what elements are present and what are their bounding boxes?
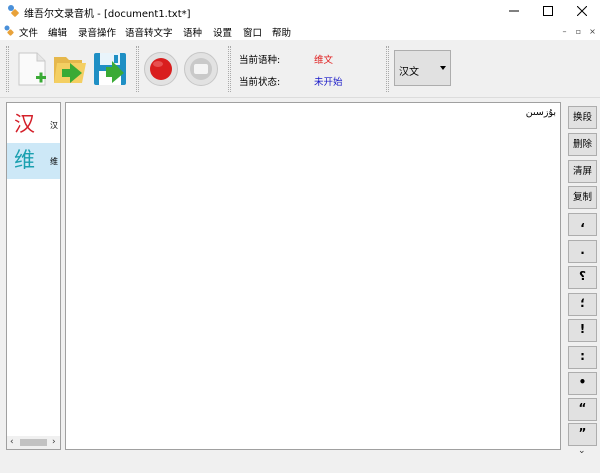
- record-icon: [150, 58, 172, 80]
- menu-file[interactable]: 文件: [19, 25, 38, 39]
- language-list[interactable]: 汉 汉 维 维: [6, 102, 61, 450]
- document-menu-icon[interactable]: [3, 25, 14, 36]
- new-file-icon: [18, 52, 46, 86]
- stop-icon: [190, 58, 212, 80]
- clear-screen-button[interactable]: 清屏: [568, 160, 597, 183]
- scrollbar-thumb[interactable]: [20, 439, 47, 446]
- menu-edit[interactable]: 编辑: [48, 25, 67, 39]
- save-button[interactable]: [92, 49, 132, 89]
- delete-button[interactable]: 删除: [568, 133, 597, 156]
- maximize-button[interactable]: [531, 0, 565, 22]
- language-select[interactable]: 汉文: [394, 50, 451, 86]
- stop-button[interactable]: [184, 52, 218, 86]
- new-file-button[interactable]: [13, 49, 53, 89]
- open-folder-icon: [54, 57, 86, 83]
- toolbar: 当前语种: 维文 当前状态: 未开始: [0, 40, 600, 98]
- window-title: 维吾尔文录音机 - [document1.txt*]: [24, 9, 191, 20]
- language-glyph: 维: [14, 148, 35, 172]
- toolbar-separator: [228, 46, 231, 92]
- menu-window[interactable]: 窗口: [243, 25, 262, 39]
- mdi-restore-icon[interactable]: ▫: [574, 27, 583, 36]
- colon-button[interactable]: :: [568, 346, 597, 369]
- scroll-right-icon[interactable]: ›: [52, 437, 56, 447]
- horizontal-scrollbar[interactable]: ‹ ›: [6, 436, 61, 450]
- toolbar-separator: [386, 46, 389, 92]
- language-name: 汉: [50, 121, 58, 130]
- bullet-button[interactable]: •: [568, 372, 597, 395]
- open-button[interactable]: [52, 49, 92, 89]
- menu-language[interactable]: 语种: [183, 25, 202, 39]
- open-quote-button[interactable]: “: [568, 398, 597, 421]
- language-item-chinese[interactable]: 汉 汉: [7, 107, 60, 143]
- period-button[interactable]: .: [568, 240, 597, 263]
- current-status-value: 未开始: [314, 77, 343, 88]
- side-button-panel: 换段 删除 清屏 复制 ، . ؟ ؛ ! : • “ ” ⌄: [566, 102, 600, 462]
- exclamation-button[interactable]: !: [568, 319, 597, 342]
- menu-speech-to-text[interactable]: 语音转文字: [125, 25, 173, 39]
- menu-bar: 文件 编辑 录音操作 语音转文字 语种 设置 窗口 帮助 – ▫ ×: [0, 22, 600, 40]
- mdi-close-icon[interactable]: ×: [588, 27, 597, 36]
- minimize-icon: [509, 10, 519, 12]
- new-paragraph-button[interactable]: 换段: [568, 106, 597, 129]
- menu-help[interactable]: 帮助: [272, 25, 291, 39]
- save-icon: [94, 53, 126, 85]
- title-bar: 维吾尔文录音机 - [document1.txt*]: [0, 0, 600, 22]
- close-icon: [577, 6, 587, 16]
- current-status-label: 当前状态:: [239, 77, 281, 88]
- maximize-icon: [543, 6, 553, 16]
- chevron-down-icon[interactable]: ⌄: [578, 446, 586, 456]
- current-language-value: 维文: [314, 55, 334, 66]
- question-button[interactable]: ؟: [568, 266, 597, 289]
- copy-button[interactable]: 复制: [568, 186, 597, 209]
- language-name: 维: [50, 157, 58, 166]
- menu-settings[interactable]: 设置: [213, 25, 232, 39]
- toolbar-separator: [136, 46, 139, 92]
- close-button[interactable]: [565, 0, 599, 22]
- close-quote-button[interactable]: ”: [568, 423, 597, 446]
- semicolon-button[interactable]: ؛: [568, 293, 597, 316]
- scroll-left-icon[interactable]: ‹: [10, 437, 14, 447]
- minimize-button[interactable]: [497, 0, 531, 22]
- current-language-label: 当前语种:: [239, 55, 281, 66]
- record-button[interactable]: [144, 52, 178, 86]
- toolbar-grip[interactable]: [6, 46, 9, 92]
- language-item-uyghur[interactable]: 维 维: [7, 143, 60, 179]
- language-glyph: 汉: [14, 112, 35, 136]
- chevron-down-icon: [440, 66, 446, 70]
- mdi-minimize-icon[interactable]: –: [560, 27, 569, 36]
- app-icon: [8, 5, 19, 17]
- editor-language-tag: ﺑﯘﺯﺳﯩﻦ: [525, 107, 556, 118]
- comma-button[interactable]: ،: [568, 213, 597, 236]
- text-editor[interactable]: ﺑﯘﺯﺳﯩﻦ: [65, 102, 561, 450]
- menu-recording[interactable]: 录音操作: [78, 25, 116, 39]
- language-select-value: 汉文: [399, 67, 419, 78]
